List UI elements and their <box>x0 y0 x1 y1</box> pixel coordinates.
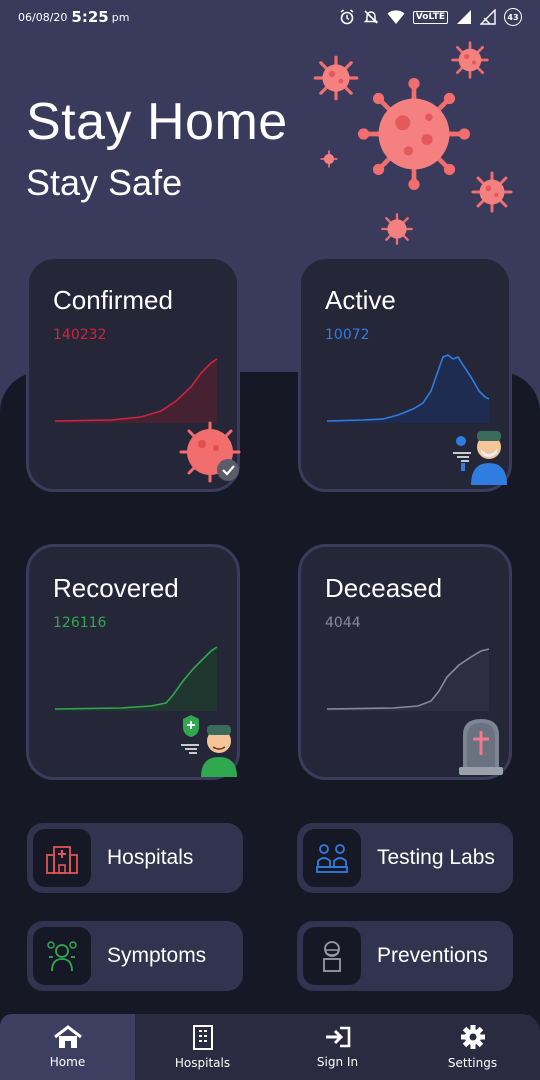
nav-settings[interactable]: Settings <box>405 1014 540 1080</box>
nav-home-label: Home <box>49 1055 86 1069</box>
battery-indicator: 43 <box>504 8 522 26</box>
nav-sign-in[interactable]: Sign In <box>270 1014 405 1080</box>
alarm-icon <box>340 9 354 25</box>
testing-labs-button[interactable]: Testing Labs <box>297 823 513 893</box>
preventions-icon-box <box>303 927 361 985</box>
testing-labs-label: Testing Labs <box>377 846 495 869</box>
preventions-label: Preventions <box>377 944 488 967</box>
page-subtitle: Stay Safe <box>26 162 183 203</box>
notifications-off-icon <box>363 10 379 24</box>
hospitals-label: Hospitals <box>107 846 194 869</box>
symptoms-label: Symptoms <box>107 944 207 967</box>
virus-icon <box>451 41 489 79</box>
nav-sign-in-label: Sign In <box>316 1055 359 1069</box>
active-card[interactable]: Active 10072 <box>298 256 512 492</box>
status-bar: 06/08/20 5:25 pm VoLTE 43 <box>0 0 540 34</box>
nav-hospitals-label: Hospitals <box>174 1056 231 1070</box>
status-icons: VoLTE 43 <box>339 8 522 26</box>
signal-icon <box>457 10 471 24</box>
bottom-navigation: Home Hospitals Sign In Settings <box>0 1014 540 1080</box>
lab-icon-box <box>303 829 361 887</box>
wifi-icon <box>387 10 405 24</box>
status-ampm: pm <box>111 10 130 24</box>
deceased-trend-chart <box>326 648 490 711</box>
mask-person-icon <box>323 941 341 972</box>
gear-icon <box>460 1025 485 1049</box>
page-title: Stay Home <box>26 93 288 151</box>
recovered-trend-chart <box>54 646 218 711</box>
lab-icon <box>316 844 348 873</box>
deceased-card[interactable]: Deceased 4044 <box>298 544 512 780</box>
hospital-icon <box>46 846 78 874</box>
confirmed-trend-chart <box>54 358 218 423</box>
card-value: 10072 <box>325 327 370 343</box>
doctor-mask-icon <box>453 431 507 485</box>
nav-home[interactable]: Home <box>0 1014 135 1080</box>
virus-icon <box>320 150 338 168</box>
card-label: Confirmed <box>53 285 173 315</box>
card-label: Recovered <box>53 573 179 603</box>
home-icon <box>53 1025 82 1048</box>
card-value: 4044 <box>325 615 361 631</box>
status-time: 5:25 <box>71 8 109 26</box>
nav-settings-label: Settings <box>447 1056 498 1070</box>
preventions-button[interactable]: Preventions <box>297 921 513 991</box>
virus-icon <box>313 55 359 101</box>
card-label: Active <box>325 285 396 315</box>
confirmed-card[interactable]: Confirmed 140232 <box>26 256 241 492</box>
virus-icon <box>358 78 470 190</box>
status-date: 06/08/20 <box>18 10 68 24</box>
hospital-icon-box <box>33 829 91 887</box>
building-icon <box>192 1025 213 1050</box>
symptoms-button[interactable]: Symptoms <box>27 921 243 991</box>
symptoms-icon <box>47 941 77 972</box>
tombstone-icon <box>459 719 503 775</box>
virus-check-icon <box>179 421 241 483</box>
card-value: 140232 <box>53 327 107 343</box>
volte-badge: VoLTE <box>412 10 448 24</box>
card-value: 126116 <box>53 615 107 631</box>
active-trend-chart <box>326 354 490 423</box>
symptoms-icon-box <box>33 927 91 985</box>
recovered-card[interactable]: Recovered 126116 <box>26 544 240 780</box>
doctor-shield-icon <box>181 715 237 777</box>
sign-in-icon <box>325 1026 350 1048</box>
virus-icon <box>471 171 513 213</box>
card-label: Deceased <box>325 573 443 603</box>
signal-2-icon <box>480 9 496 25</box>
nav-hospitals[interactable]: Hospitals <box>135 1014 270 1080</box>
virus-icon <box>381 213 413 245</box>
hospitals-button[interactable]: Hospitals <box>27 823 243 893</box>
